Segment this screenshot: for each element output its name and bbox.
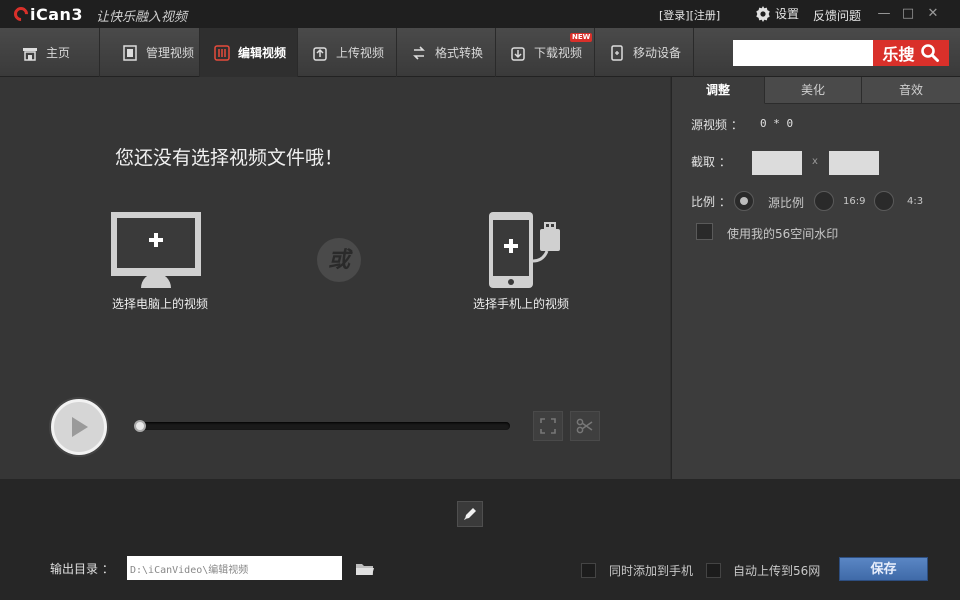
nav-label: 主页 <box>46 46 71 60</box>
crop-label: 截取 ： <box>691 155 731 169</box>
settings-label: 设置 <box>775 7 800 21</box>
new-badge: NEW <box>570 33 593 42</box>
watermark-checkbox[interactable] <box>696 223 713 240</box>
tab-sound-effects[interactable]: 音效 <box>862 77 960 104</box>
ratio-4-3-radio[interactable] <box>874 191 894 211</box>
nav-label: 上传视频 <box>336 46 385 60</box>
search-button-label: 乐搜 <box>882 45 915 64</box>
fullscreen-button[interactable] <box>533 411 563 441</box>
app-brand: iCan3 <box>30 4 84 24</box>
nav-label: 移动设备 <box>633 46 682 60</box>
nav-label: 编辑视频 <box>238 46 287 60</box>
ratio-label: 比例 ： <box>691 195 731 209</box>
cut-button[interactable] <box>570 411 600 441</box>
play-icon <box>72 417 88 437</box>
nav-item-edit[interactable]: 编辑视频 <box>200 28 298 77</box>
edit-button[interactable] <box>457 501 483 527</box>
empty-state-message: 您还没有选择视频文件哦！ <box>115 147 344 169</box>
crop-separator: x <box>812 156 818 167</box>
nav-label: 格式转换 <box>435 46 484 60</box>
browse-folder-button[interactable] <box>353 558 377 580</box>
progress-knob[interactable] <box>134 420 146 432</box>
feedback-link[interactable]: 反馈问题 <box>813 7 861 24</box>
nav-item-manage[interactable]: 管理视频 <box>100 28 200 77</box>
nav-label: 下载视频 <box>534 46 583 60</box>
logo-mark-icon <box>11 4 31 24</box>
crop-height-input[interactable] <box>829 151 879 175</box>
tab-adjust[interactable]: 调整 <box>672 77 765 104</box>
auto-upload-label: 自动上传到56网 <box>733 564 821 578</box>
app-logo: iCan3 <box>11 4 84 24</box>
close-icon[interactable]: ✕ <box>925 6 941 22</box>
ratio-16-9-label: 16:9 <box>843 196 866 207</box>
mobile-device-icon <box>611 44 623 61</box>
fullscreen-icon <box>540 418 556 434</box>
phone-add-video-icon[interactable] <box>488 211 564 289</box>
search-icon <box>920 44 939 62</box>
ratio-source-label: 源比例 <box>768 196 805 210</box>
nav-item-mobile[interactable]: 移动设备 <box>595 28 694 77</box>
bottom-bar: 输出目录 ： 同时添加到手机 自动上传到56网 保存 <box>0 479 960 600</box>
pencil-icon <box>464 508 476 520</box>
search-input[interactable] <box>733 40 873 66</box>
video-preview-area: 您还没有选择视频文件哦！ 选择电脑上的视频 或 选择手机上的视频 <box>0 77 670 479</box>
settings-button[interactable]: 设置 <box>755 5 799 22</box>
crop-width-input[interactable] <box>752 151 802 175</box>
nav-item-convert[interactable]: 格式转换 <box>397 28 496 77</box>
convert-icon <box>413 45 425 60</box>
ratio-4-3-label: 4:3 <box>907 196 924 207</box>
home-icon <box>23 47 37 61</box>
source-video-label: 源视频 ： <box>691 118 743 132</box>
auto-upload-checkbox[interactable] <box>706 563 721 578</box>
watermark-label: 使用我的56空间水印 <box>727 227 839 241</box>
download-icon <box>511 46 525 61</box>
select-phone-video-label[interactable]: 选择手机上的视频 <box>473 295 569 312</box>
output-directory-input[interactable] <box>127 556 342 580</box>
output-directory-label: 输出目录 ： <box>50 562 114 576</box>
ratio-source-radio[interactable] <box>734 191 754 211</box>
gear-icon <box>756 5 770 22</box>
nav-label: 管理视频 <box>146 46 195 60</box>
play-button[interactable] <box>51 399 107 455</box>
progress-track[interactable] <box>136 422 510 430</box>
adjust-panel: 调整 美化 音效 源视频 ： 0 * 0 截取 ： x 比例 ： 源比例 16:… <box>671 77 960 479</box>
sync-phone-label: 同时添加到手机 <box>609 564 694 578</box>
source-video-value: 0 * 0 <box>760 117 794 130</box>
search-button[interactable]: 乐搜 <box>873 40 949 66</box>
ratio-16-9-radio[interactable] <box>814 191 834 211</box>
upload-icon <box>313 46 327 61</box>
film-icon <box>123 44 137 61</box>
title-bar: iCan3 让快乐融入视频 [登录][注册] 设置 反馈问题 — □ ✕ <box>0 0 960 28</box>
app-slogan: 让快乐融入视频 <box>96 10 188 25</box>
folder-icon <box>356 564 374 575</box>
pc-add-video-icon[interactable] <box>110 211 202 289</box>
edit-sliders-icon <box>214 44 230 61</box>
maximize-icon[interactable]: □ <box>900 6 916 22</box>
minimize-icon[interactable]: — <box>876 6 892 22</box>
tab-beautify[interactable]: 美化 <box>765 77 862 104</box>
scissors-icon <box>576 418 593 434</box>
select-pc-video-label[interactable]: 选择电脑上的视频 <box>112 295 208 312</box>
nav-item-home[interactable]: 主页 <box>0 28 100 77</box>
nav-item-upload[interactable]: 上传视频 <box>298 28 397 77</box>
sync-phone-checkbox[interactable] <box>581 563 596 578</box>
login-register-link[interactable]: [登录][注册] <box>659 7 720 23</box>
save-button[interactable]: 保存 <box>839 557 928 581</box>
or-divider: 或 <box>317 238 361 282</box>
